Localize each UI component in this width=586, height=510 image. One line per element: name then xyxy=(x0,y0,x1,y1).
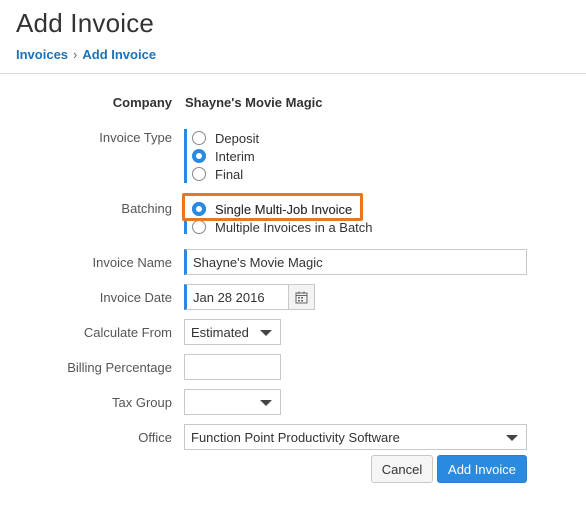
batching-single-label: Single Multi-Job Invoice xyxy=(215,201,353,217)
cancel-button[interactable]: Cancel xyxy=(371,455,433,483)
chevron-down-icon xyxy=(260,400,272,406)
header-divider xyxy=(0,73,586,74)
calculate-from-select[interactable]: Estimated xyxy=(184,319,281,345)
breadcrumb-separator: › xyxy=(73,47,78,62)
invoice-type-interim-label: Interim xyxy=(215,148,255,164)
calendar-icon xyxy=(295,291,308,303)
batching-single-option-overlay[interactable]: Single Multi-Job Invoice xyxy=(192,200,352,218)
company-value: Shayne's Movie Magic xyxy=(185,95,323,110)
company-label: Company xyxy=(112,95,172,110)
radio-button[interactable] xyxy=(192,131,206,145)
invoice-date-input[interactable]: Jan 28 2016 xyxy=(184,284,289,310)
billing-percentage-label: Billing Percentage xyxy=(67,360,172,375)
chevron-down-icon xyxy=(506,435,518,441)
invoice-type-deposit-option[interactable]: Deposit xyxy=(192,129,259,147)
tax-group-label: Tax Group xyxy=(112,395,172,410)
tax-group-select[interactable] xyxy=(184,389,281,415)
breadcrumb: Invoices › Add Invoice xyxy=(16,47,156,62)
invoice-type-interim-option[interactable]: Interim xyxy=(192,147,259,165)
calculate-from-value: Estimated xyxy=(191,324,249,340)
invoice-name-input[interactable]: Shayne's Movie Magic xyxy=(184,249,527,275)
billing-percentage-input[interactable] xyxy=(184,354,281,380)
page-title: Add Invoice xyxy=(16,8,155,38)
invoice-date-label: Invoice Date xyxy=(99,290,172,305)
radio-button-checked[interactable] xyxy=(192,202,206,216)
office-select[interactable]: Function Point Productivity Software xyxy=(184,424,527,450)
chevron-down-icon xyxy=(260,330,272,336)
office-label: Office xyxy=(138,430,172,445)
invoice-type-final-label: Final xyxy=(215,166,244,182)
invoice-name-label: Invoice Name xyxy=(92,255,172,270)
batching-multiple-label: Multiple Invoices in a Batch xyxy=(215,219,373,235)
breadcrumb-invoices-link[interactable]: Invoices xyxy=(16,47,68,62)
invoice-type-final-option[interactable]: Final xyxy=(192,165,259,183)
radio-button-checked[interactable] xyxy=(192,149,206,163)
add-invoice-button[interactable]: Add Invoice xyxy=(437,455,527,483)
invoice-type-label: Invoice Type xyxy=(99,130,172,145)
calendar-button[interactable] xyxy=(288,284,315,310)
invoice-type-deposit-label: Deposit xyxy=(215,130,260,146)
breadcrumb-add-invoice-link[interactable]: Add Invoice xyxy=(82,47,156,62)
calculate-from-label: Calculate From xyxy=(83,325,172,340)
radio-button[interactable] xyxy=(192,220,206,234)
batching-label: Batching xyxy=(121,201,172,216)
invoice-type-radio-group: Deposit Interim Final xyxy=(184,129,259,183)
radio-button[interactable] xyxy=(192,167,206,181)
office-value: Function Point Productivity Software xyxy=(191,429,400,445)
